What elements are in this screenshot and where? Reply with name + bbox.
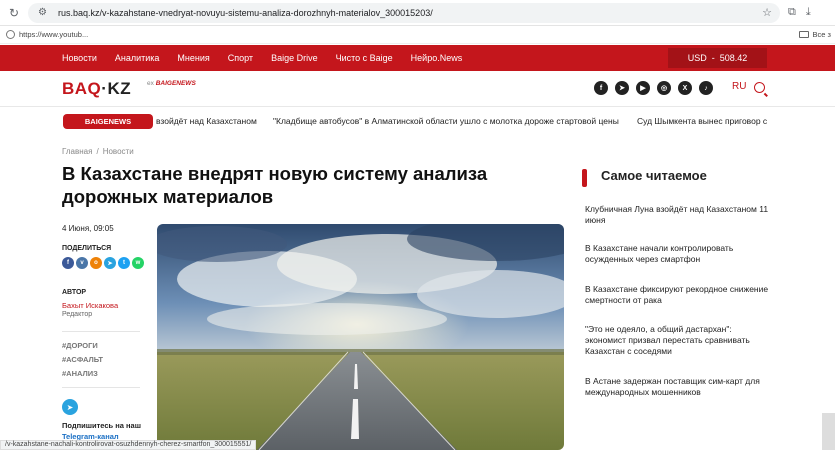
nav-item-analytics[interactable]: Аналитика [115, 53, 160, 63]
youtube-icon[interactable]: ▶ [636, 81, 650, 95]
telegram-icon[interactable]: ➤ [615, 81, 629, 95]
author-role: Редактор [62, 311, 93, 318]
share-telegram-icon[interactable]: ➤ [104, 257, 116, 269]
social-links: f ➤ ▶ ◎ X ♪ [594, 81, 713, 95]
status-bar: /v-kazahstane-nachali-kontrolirovat-osuz… [0, 440, 257, 450]
article-date: 4 Июня, 09:05 [62, 224, 114, 233]
bookmark-item[interactable]: https://www.youtub... [6, 30, 88, 39]
logo-part-a: BAQ [62, 79, 102, 98]
nav-item-news[interactable]: Новости [62, 53, 97, 63]
divider [62, 387, 140, 388]
folder-icon [798, 31, 809, 38]
news-ticker: BAIGENEWS взойдёт над Казахстаном "Кладб… [0, 113, 835, 131]
all-bookmarks-label: Все з [812, 30, 831, 39]
telegram-promo-text: Подпишитесь на наш [62, 421, 141, 430]
share-ok-icon[interactable]: o [90, 257, 102, 269]
all-bookmarks[interactable]: Все з [798, 30, 831, 39]
facebook-icon[interactable]: f [594, 81, 608, 95]
x-icon[interactable]: X [678, 81, 692, 95]
globe-icon [6, 30, 15, 39]
share-vk-icon[interactable]: v [76, 257, 88, 269]
site-header: BAQ·KZ ex BAIGENEWS f ➤ ▶ ◎ X ♪ RU [0, 71, 835, 107]
author-name[interactable]: Бахыт Искакова [62, 301, 118, 310]
author-label: АВТОР [62, 289, 87, 296]
currency-widget[interactable]: USD - 508.42 [668, 48, 767, 68]
most-read-title: Самое читаемое [601, 168, 707, 183]
address-bar[interactable]: ⚙ rus.baq.kz/v-kazahstane-vnedryat-novuy… [28, 2, 780, 23]
divider [62, 331, 140, 332]
tag-link[interactable]: #АСФАЛЬТ [62, 355, 103, 364]
tag-link[interactable]: #АНАЛИЗ [62, 369, 98, 378]
site-info-icon[interactable]: ⚙ [38, 7, 50, 18]
tag-link[interactable]: #ДОРОГИ [62, 341, 98, 350]
bookmarks-bar: https://www.youtub... Все з [0, 26, 835, 44]
breadcrumb-home[interactable]: Главная [62, 147, 92, 156]
ticker-item[interactable]: "Кладбище автобусов" в Алматинской облас… [273, 116, 619, 126]
article-title: В Казахстане внедрят новую систему анали… [62, 163, 488, 207]
share-whatsapp-icon[interactable]: w [132, 257, 144, 269]
tiktok-icon[interactable]: ♪ [699, 81, 713, 95]
nav-item-sport[interactable]: Спорт [228, 53, 253, 63]
logo-sub-prefix: ex [147, 80, 154, 87]
language-switcher[interactable]: RU [732, 81, 746, 92]
currency-label: USD [687, 53, 707, 63]
scrollbar[interactable] [822, 413, 835, 450]
breadcrumb-section[interactable]: Новости [103, 147, 134, 156]
bookmark-star-icon[interactable]: ☆ [762, 6, 772, 19]
most-read-item[interactable]: В Казахстане фиксируют рекордное снижени… [585, 284, 775, 306]
nav-item-baige-drive[interactable]: Baige Drive [271, 53, 318, 63]
share-twitter-icon[interactable]: t [118, 257, 130, 269]
ticker-item[interactable]: Суд Шымкента вынес приговор с [637, 116, 767, 126]
logo-part-b: ·KZ [101, 79, 132, 98]
url-text: rus.baq.kz/v-kazahstane-vnedryat-novuyu-… [58, 7, 433, 18]
nav-item-chisto[interactable]: Чисто с Baige [336, 53, 393, 63]
article-hero-image [157, 224, 564, 450]
site-logo[interactable]: BAQ·KZ [62, 79, 131, 99]
currency-value: 508.42 [719, 53, 748, 63]
instagram-icon[interactable]: ◎ [657, 81, 671, 95]
share-facebook-icon[interactable]: f [62, 257, 74, 269]
browser-toolbar: ↻ ⚙ rus.baq.kz/v-kazahstane-vnedryat-nov… [0, 0, 835, 26]
main-nav: Новости Аналитика Мнения Спорт Baige Dri… [0, 45, 835, 71]
share-buttons: f v o ➤ t w [62, 257, 144, 269]
extensions-icon[interactable]: ⧉ [788, 6, 796, 19]
bookmark-label: https://www.youtub... [19, 30, 89, 39]
nav-item-opinions[interactable]: Мнения [177, 53, 209, 63]
telegram-icon[interactable]: ➤ [62, 399, 78, 415]
logo-sub-brand: BAIGENEWS [155, 80, 196, 87]
road-photo [157, 224, 564, 450]
search-icon[interactable] [754, 82, 765, 93]
breadcrumb: Главная / Новости [62, 147, 134, 156]
logo-subtitle: ex BAIGENEWS [147, 80, 196, 87]
download-icon[interactable]: ⤓ [806, 6, 811, 19]
nav-item-neuro[interactable]: Нейро.News [411, 53, 463, 63]
share-label: ПОДЕЛИТЬСЯ [62, 245, 112, 252]
most-read-item[interactable]: Клубничная Луна взойдёт над Казахстаном … [585, 204, 775, 226]
accent-bar [582, 169, 587, 187]
ticker-item[interactable]: взойдёт над Казахстаном [156, 116, 257, 126]
most-read-item[interactable]: "Это не одеяло, а общий дастархан": экон… [585, 324, 775, 357]
most-read-item[interactable]: В Казахстане начали контролировать осужд… [585, 243, 775, 265]
reload-icon[interactable]: ↻ [6, 5, 22, 21]
most-read-item[interactable]: В Астане задержан поставщик сим-карт для… [585, 376, 775, 398]
ticker-badge: BAIGENEWS [63, 114, 153, 129]
